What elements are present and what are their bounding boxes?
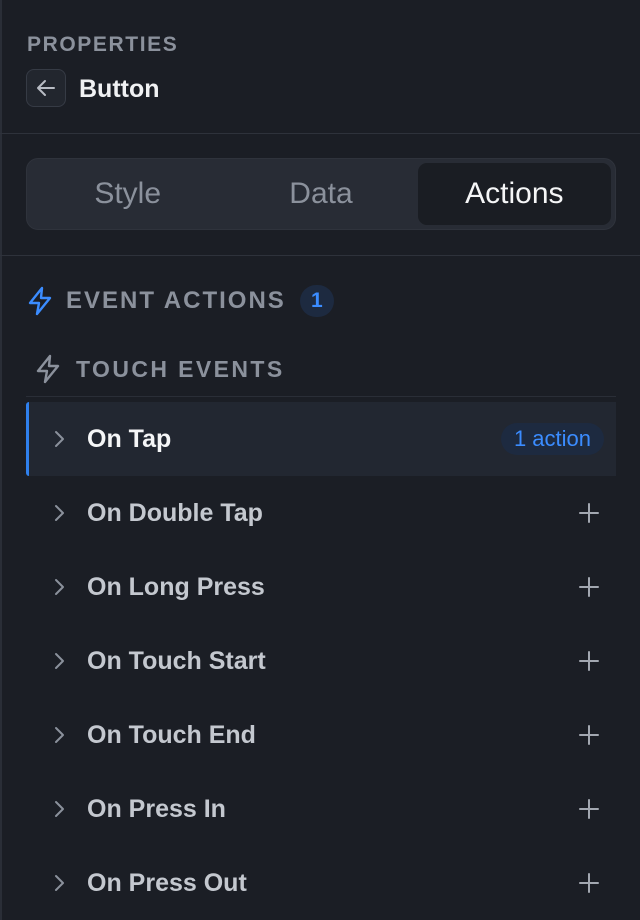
lightning-outline-icon <box>36 354 60 384</box>
event-row-on-tap[interactable]: On Tap 1 action <box>26 402 616 476</box>
back-button[interactable] <box>26 69 66 107</box>
chevron-right-icon <box>55 653 64 669</box>
chevron-right-icon <box>55 579 64 595</box>
add-action-plus-icon[interactable] <box>578 724 600 746</box>
event-label: On Touch End <box>87 720 256 749</box>
chevron-right-icon <box>55 875 64 891</box>
add-action-plus-icon[interactable] <box>578 576 600 598</box>
event-actions-header: EVENT ACTIONS 1 <box>26 284 334 318</box>
arrow-left-icon <box>37 80 55 96</box>
touch-events-header: TOUCH EVENTS <box>34 352 285 386</box>
event-row-on-press-out[interactable]: On Press Out <box>26 846 616 920</box>
event-row-on-long-press[interactable]: On Long Press <box>26 550 616 624</box>
add-action-plus-icon[interactable] <box>578 872 600 894</box>
chevron-right-icon <box>55 505 64 521</box>
lightning-icon <box>28 286 52 316</box>
component-name: Button <box>79 75 160 103</box>
section-title: EVENT ACTIONS <box>66 287 286 314</box>
add-action-plus-icon[interactable] <box>578 650 600 672</box>
event-row-on-press-in[interactable]: On Press In <box>26 772 616 846</box>
event-label: On Touch Start <box>87 646 266 675</box>
add-action-plus-icon[interactable] <box>578 798 600 820</box>
event-row-on-touch-start[interactable]: On Touch Start <box>26 624 616 698</box>
event-label: On Long Press <box>87 572 265 601</box>
event-label: On Tap <box>87 424 172 453</box>
tab-bar: Style Data Actions <box>26 158 616 230</box>
event-row-on-double-tap[interactable]: On Double Tap <box>26 476 616 550</box>
panel-title: PROPERTIES <box>27 33 179 56</box>
chevron-right-icon <box>55 727 64 743</box>
tab-style[interactable]: Style <box>31 163 224 225</box>
event-label: On Press In <box>87 794 226 823</box>
tab-data[interactable]: Data <box>224 163 417 225</box>
event-row-on-touch-end[interactable]: On Touch End <box>26 698 616 772</box>
properties-header: PROPERTIES Button <box>0 0 640 134</box>
event-label: On Double Tap <box>87 498 263 527</box>
tab-actions[interactable]: Actions <box>417 163 611 225</box>
action-count-badge: 1 action <box>500 423 604 455</box>
tabs-area: Style Data Actions <box>0 134 640 256</box>
chevron-right-icon <box>55 801 64 817</box>
group-title: TOUCH EVENTS <box>76 355 285 382</box>
touch-event-list: On Tap 1 action On Double Tap On Long Pr… <box>26 402 616 920</box>
add-action-plus-icon[interactable] <box>578 502 600 524</box>
event-count-badge: 1 <box>299 285 334 317</box>
chevron-right-icon <box>55 431 64 447</box>
divider <box>26 396 616 397</box>
event-label: On Press Out <box>87 868 247 897</box>
